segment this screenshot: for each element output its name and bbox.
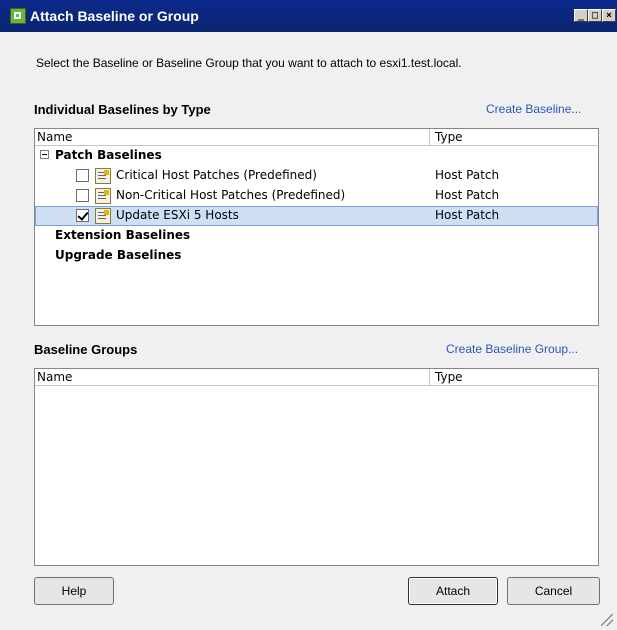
column-header-type[interactable]: Type [435, 370, 463, 384]
tree-group-patch-baselines[interactable]: Patch Baselines [35, 146, 598, 166]
baseline-document-icon [95, 168, 111, 184]
baseline-type: Host Patch [435, 168, 500, 182]
baseline-row-critical[interactable]: Critical Host Patches (Predefined) Host … [35, 166, 598, 186]
instruction-text: Select the Baseline or Baseline Group th… [36, 56, 462, 70]
maximize-button[interactable]: □ [588, 9, 602, 22]
help-button[interactable]: Help [34, 577, 114, 605]
column-divider[interactable] [429, 129, 430, 145]
tree-group-label: Upgrade Baselines [55, 248, 182, 262]
baseline-groups-list[interactable]: Name Type [34, 368, 599, 566]
groups-section-title: Baseline Groups [34, 342, 138, 357]
resize-grip-icon[interactable] [601, 614, 613, 626]
baseline-row-update-esxi5[interactable]: Update ESXi 5 Hosts Host Patch [35, 206, 598, 226]
baseline-type: Host Patch [435, 188, 500, 202]
cancel-button[interactable]: Cancel [507, 577, 600, 605]
baselines-list[interactable]: Name Type Patch Baselines Critical Host … [34, 128, 599, 326]
collapse-minus-icon[interactable] [40, 150, 49, 159]
baseline-name: Update ESXi 5 Hosts [116, 208, 239, 222]
close-button[interactable]: × [602, 9, 616, 22]
attach-button[interactable]: Attach [408, 577, 498, 605]
baseline-document-icon [95, 188, 111, 204]
baseline-checkbox[interactable] [76, 189, 89, 202]
window-title: Attach Baseline or Group [30, 8, 199, 24]
title-bar: Attach Baseline or Group _ □ × [0, 0, 617, 32]
vsphere-app-icon [10, 8, 26, 24]
baseline-document-icon [95, 208, 111, 224]
baseline-type: Host Patch [435, 208, 500, 222]
create-baseline-link[interactable]: Create Baseline... [486, 102, 581, 116]
tree-group-extension-baselines[interactable]: Extension Baselines [35, 226, 598, 246]
baseline-checkbox[interactable] [76, 169, 89, 182]
baseline-row-noncritical[interactable]: Non-Critical Host Patches (Predefined) H… [35, 186, 598, 206]
create-baseline-group-link[interactable]: Create Baseline Group... [446, 342, 578, 356]
baselines-section-title: Individual Baselines by Type [34, 102, 211, 117]
dialog-content: Select the Baseline or Baseline Group th… [0, 32, 617, 630]
baseline-name: Non-Critical Host Patches (Predefined) [116, 188, 346, 202]
minimize-button[interactable]: _ [574, 9, 588, 22]
tree-group-upgrade-baselines[interactable]: Upgrade Baselines [35, 246, 598, 266]
column-header-name[interactable]: Name [37, 130, 72, 144]
baselines-list-header: Name Type [35, 129, 598, 146]
tree-group-label: Extension Baselines [55, 228, 191, 242]
column-header-type[interactable]: Type [435, 130, 463, 144]
baseline-name: Critical Host Patches (Predefined) [116, 168, 317, 182]
baseline-checkbox-checked[interactable] [76, 209, 89, 222]
column-divider[interactable] [429, 369, 430, 385]
tree-group-label: Patch Baselines [55, 148, 162, 162]
groups-list-header: Name Type [35, 369, 598, 386]
column-header-name[interactable]: Name [37, 370, 72, 384]
